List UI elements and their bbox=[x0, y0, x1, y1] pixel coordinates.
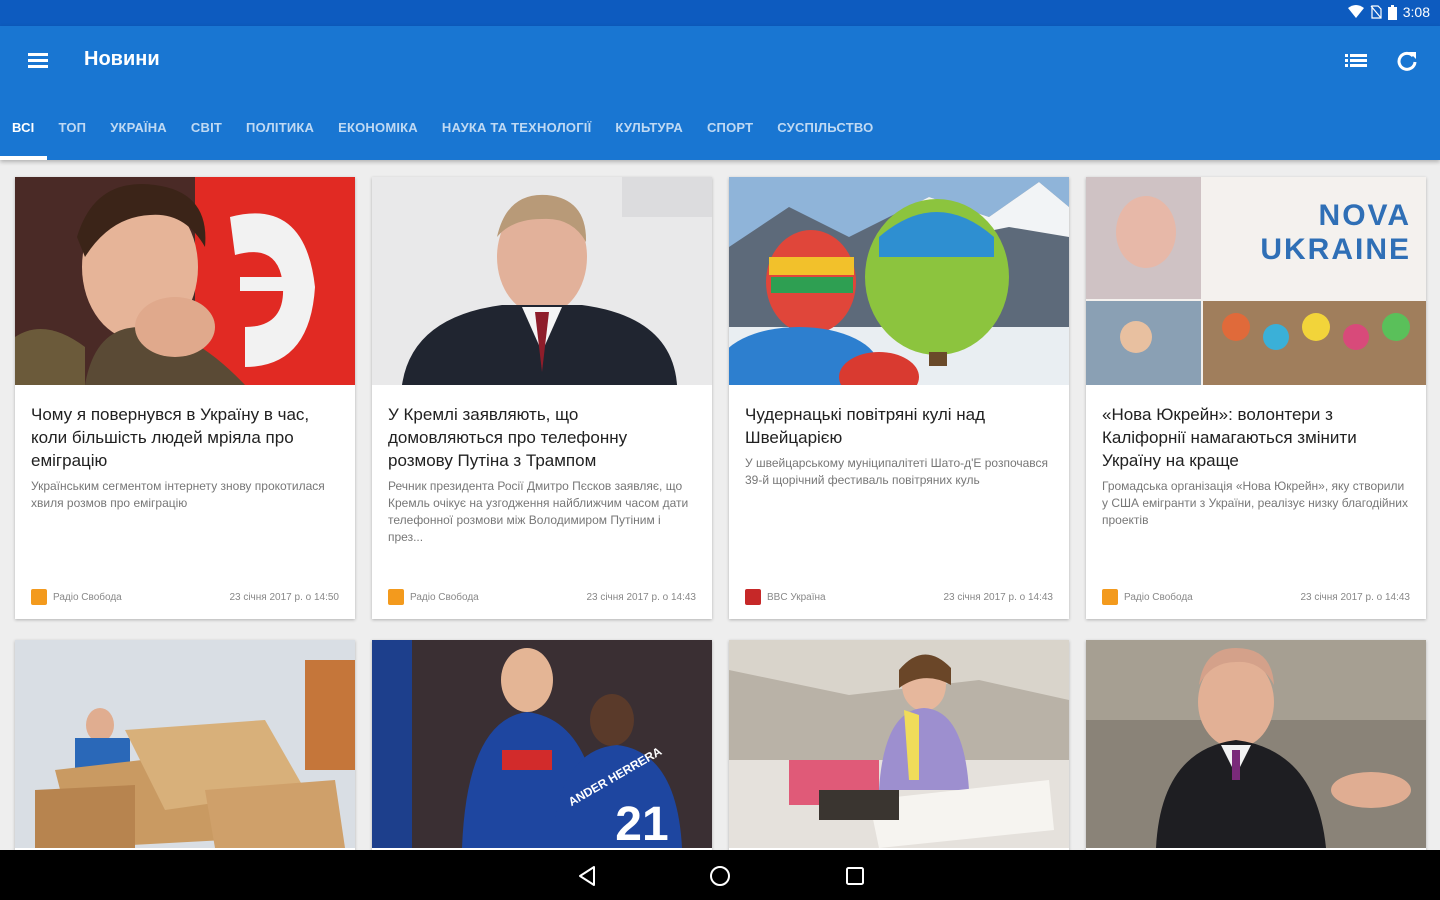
tab-all[interactable]: ВСІ bbox=[0, 112, 47, 160]
news-card[interactable]: 21 ANDER HERRERA bbox=[372, 640, 712, 850]
article-photo bbox=[1086, 640, 1426, 848]
article-footer: Радіо Свобода 23 січня 2017 р. о 14:43 bbox=[1102, 589, 1410, 605]
article-headline: Чому я повернувся в Україну в час, коли … bbox=[31, 405, 310, 470]
article-source: BBC Україна bbox=[767, 591, 826, 603]
article-headline: Чудернацькі повітряні кулі над Швейцаріє… bbox=[745, 405, 986, 447]
battery-icon bbox=[1387, 4, 1397, 20]
article-source: Радіо Свобода bbox=[410, 591, 479, 603]
article-source: Радіо Свобода bbox=[1124, 591, 1193, 603]
wifi-icon bbox=[1347, 5, 1364, 18]
category-tabs: ВСІ ТОП УКРАЇНА СВІТ ПОЛІТИКА ЕКОНОМІКА … bbox=[0, 112, 885, 160]
tab-world[interactable]: СВІТ bbox=[179, 112, 234, 160]
article-date: 23 січня 2017 р. о 14:43 bbox=[943, 591, 1053, 603]
article-photo bbox=[15, 640, 355, 848]
tab-politics[interactable]: ПОЛІТИКА bbox=[234, 112, 326, 160]
status-time: 3:08 bbox=[1402, 4, 1430, 20]
article-footer: BBC Україна 23 січня 2017 р. о 14:43 bbox=[745, 589, 1053, 605]
recents-icon[interactable] bbox=[843, 864, 867, 888]
article-photo: 21 ANDER HERRERA bbox=[372, 640, 712, 848]
article-headline: «Нова Юкрейн»: волонтери з Каліфорнії на… bbox=[1102, 405, 1357, 470]
status-icons: 3:08 bbox=[1347, 4, 1430, 20]
jersey-number-text: 21 bbox=[615, 798, 668, 848]
article-summary: Громадська організація «Нова Юкрейн», як… bbox=[1102, 479, 1408, 527]
tab-culture[interactable]: КУЛЬТУРА bbox=[603, 112, 695, 160]
system-nav-bar bbox=[0, 850, 1440, 900]
radio-svoboda-icon bbox=[388, 589, 404, 605]
article-photo: NOVA UKRAINE bbox=[1086, 177, 1426, 385]
article-summary: У швейцарському муніципалітеті Шато-д'Е … bbox=[745, 456, 1049, 487]
bbc-icon bbox=[745, 589, 761, 605]
tab-ukraine[interactable]: УКРАЇНА bbox=[98, 112, 179, 160]
tab-science-tech[interactable]: НАУКА ТА ТЕХНОЛОГІЇ bbox=[430, 112, 604, 160]
article-photo bbox=[729, 177, 1069, 385]
article-summary: Українським сегментом інтернету знову пр… bbox=[31, 479, 325, 510]
article-photo bbox=[729, 640, 1069, 848]
tab-sport[interactable]: СПОРТ bbox=[695, 112, 765, 160]
article-date: 23 січня 2017 р. о 14:43 bbox=[586, 591, 696, 603]
radio-svoboda-icon bbox=[1102, 589, 1118, 605]
article-photo bbox=[15, 177, 355, 385]
hamburger-menu-icon[interactable] bbox=[26, 50, 50, 70]
news-card[interactable]: Чому я повернувся в Україну в час, коли … bbox=[15, 177, 355, 619]
tab-society[interactable]: СУСПІЛЬСТВО bbox=[765, 112, 885, 160]
news-card[interactable] bbox=[15, 640, 355, 850]
nova-ukraine-logo-text: NOVA bbox=[1319, 199, 1411, 232]
news-card[interactable]: NOVA UKRAINE «Нова Юкрейн»: волонтери з … bbox=[1086, 177, 1426, 619]
article-footer: Радіо Свобода 23 січня 2017 р. о 14:50 bbox=[31, 589, 339, 605]
nova-ukraine-logo-text: UKRAINE bbox=[1260, 233, 1411, 266]
article-headline: У Кремлі заявляють, що домовляються про … bbox=[388, 405, 628, 470]
tab-economy[interactable]: ЕКОНОМІКА bbox=[326, 112, 430, 160]
article-footer: Радіо Свобода 23 січня 2017 р. о 14:43 bbox=[388, 589, 696, 605]
news-card[interactable] bbox=[1086, 640, 1426, 850]
news-grid: Чому я повернувся в Україну в час, коли … bbox=[0, 160, 1440, 850]
article-source: Радіо Свобода bbox=[53, 591, 122, 603]
status-bar: 3:08 bbox=[0, 0, 1440, 26]
page-title: Новини bbox=[84, 48, 160, 70]
article-photo bbox=[372, 177, 712, 385]
news-card[interactable]: Чудернацькі повітряні кулі над Швейцаріє… bbox=[729, 177, 1069, 619]
article-summary: Речник президента Росії Дмитро Пєсков за… bbox=[388, 479, 689, 544]
radio-svoboda-icon bbox=[31, 589, 47, 605]
app-bar: Новини ВСІ ТОП УКРАЇНА СВІТ ПОЛІТИКА ЕКО… bbox=[0, 26, 1440, 160]
tab-top[interactable]: ТОП bbox=[47, 112, 99, 160]
news-card[interactable]: У Кремлі заявляють, що домовляються про … bbox=[372, 177, 712, 619]
article-date: 23 січня 2017 р. о 14:50 bbox=[229, 591, 339, 603]
no-sim-icon bbox=[1370, 5, 1382, 19]
news-card[interactable] bbox=[729, 640, 1069, 850]
home-icon[interactable] bbox=[708, 864, 732, 888]
view-list-icon[interactable] bbox=[1343, 50, 1369, 70]
article-date: 23 січня 2017 р. о 14:43 bbox=[1300, 591, 1410, 603]
back-icon[interactable] bbox=[576, 864, 600, 888]
refresh-icon[interactable] bbox=[1394, 48, 1420, 74]
